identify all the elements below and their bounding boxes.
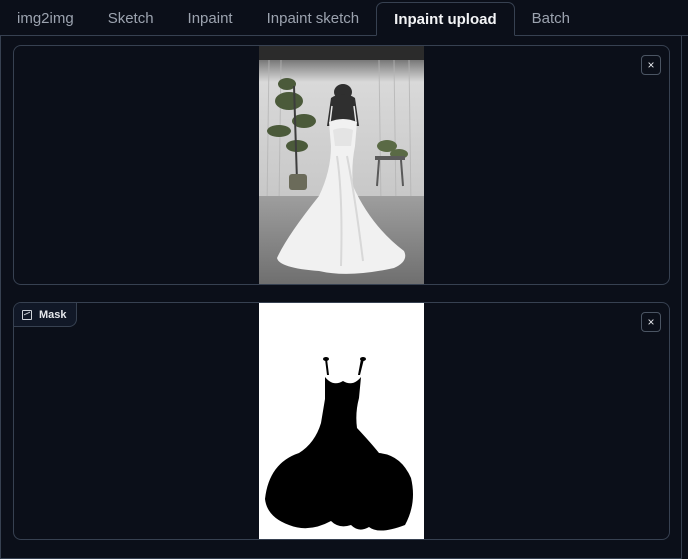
tab-bar: img2img Sketch Inpaint Inpaint sketch In… xyxy=(0,0,688,36)
clear-image-button[interactable]: × xyxy=(641,55,661,75)
tab-inpaint-sketch[interactable]: Inpaint sketch xyxy=(250,0,377,36)
mask-label-text: Mask xyxy=(39,308,67,321)
mask-image-panel[interactable]: Mask × xyxy=(13,302,670,540)
mask-image xyxy=(259,303,424,539)
tab-inpaint[interactable]: Inpaint xyxy=(171,0,250,36)
dress-mask-silhouette xyxy=(259,303,424,539)
clear-mask-button[interactable]: × xyxy=(641,312,661,332)
source-image-panel[interactable]: × xyxy=(13,45,670,285)
wedding-dress-photo xyxy=(259,46,424,284)
mask-label: Mask xyxy=(14,303,77,327)
tab-img2img[interactable]: img2img xyxy=(0,0,91,36)
tab-inpaint-upload[interactable]: Inpaint upload xyxy=(376,2,515,36)
tab-sketch[interactable]: Sketch xyxy=(91,0,171,36)
source-image xyxy=(259,46,424,284)
tab-batch[interactable]: Batch xyxy=(515,0,587,36)
image-icon xyxy=(22,309,32,320)
